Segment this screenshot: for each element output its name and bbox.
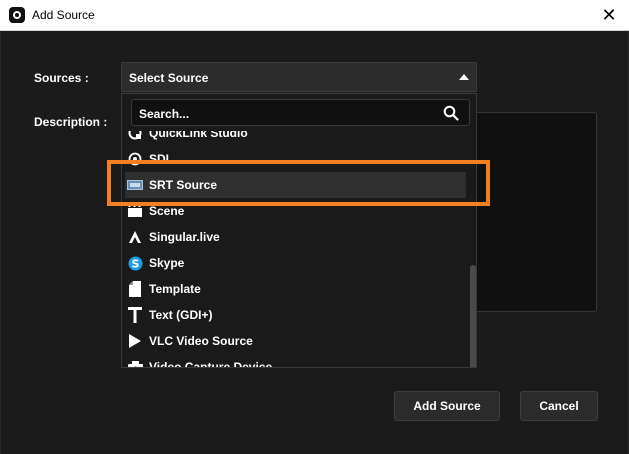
app-logo-icon <box>9 7 25 23</box>
list-item-sdi[interactable]: SDI <box>125 146 466 172</box>
sdi-icon <box>127 151 143 167</box>
camera-icon <box>127 359 143 367</box>
close-icon[interactable]: ✕ <box>599 4 619 26</box>
list-item-srt-source[interactable]: SRT Source <box>125 172 466 198</box>
source-dropdown: Search... QuickLink Studio SDI SRT Sourc… <box>121 93 477 368</box>
list-item-label: Scene <box>149 204 185 218</box>
singular-icon <box>127 229 143 245</box>
scene-icon <box>127 203 143 219</box>
svg-text:S: S <box>131 257 139 270</box>
quicklink-icon <box>127 131 143 141</box>
list-item-skype[interactable]: S Skype <box>125 250 466 276</box>
list-item-label: Template <box>149 282 201 296</box>
list-scrollbar[interactable] <box>469 131 476 367</box>
source-select[interactable]: Select Source <box>121 62 477 92</box>
sources-label: Sources : <box>34 71 89 85</box>
skype-icon: S <box>127 255 143 271</box>
cancel-button[interactable]: Cancel <box>520 391 598 421</box>
list-item-vlc-video-source[interactable]: VLC Video Source <box>125 328 466 354</box>
text-icon <box>127 307 143 323</box>
window-title: Add Source <box>32 8 95 22</box>
list-item-label: SRT Source <box>149 178 218 192</box>
list-item-label: VLC Video Source <box>149 334 253 348</box>
list-item-label: Singular.live <box>149 230 220 244</box>
add-source-button[interactable]: Add Source <box>394 391 500 421</box>
search-input[interactable]: Search... <box>131 99 470 126</box>
search-placeholder: Search... <box>139 107 190 121</box>
template-icon <box>127 281 143 297</box>
list-item-label: Skype <box>149 256 185 270</box>
list-item-singular-live[interactable]: Singular.live <box>125 224 466 250</box>
list-item-label: Text (GDI+) <box>149 308 213 322</box>
srt-icon <box>127 177 143 193</box>
play-icon <box>127 333 143 349</box>
description-textarea[interactable] <box>471 112 597 312</box>
scrollbar-thumb[interactable] <box>470 265 476 367</box>
list-item-template[interactable]: Template <box>125 276 466 302</box>
list-item-label: SDI <box>149 152 170 166</box>
list-item-label: QuickLink Studio <box>149 131 248 140</box>
list-item-video-capture-device[interactable]: Video Capture Device <box>125 354 466 368</box>
list-item-text-gdi[interactable]: Text (GDI+) <box>125 302 466 328</box>
chevron-up-icon <box>459 74 469 80</box>
source-select-value: Select Source <box>129 71 209 85</box>
dialog-body: Sources : Description : Select Source Se… <box>0 31 629 454</box>
title-bar: Add Source ✕ <box>0 0 629 31</box>
list-item-label: Video Capture Device <box>149 360 273 368</box>
source-list: QuickLink Studio SDI SRT Source Scene Si… <box>122 131 468 368</box>
description-label: Description : <box>34 115 108 129</box>
list-item-quicklink-studio[interactable]: QuickLink Studio <box>125 131 466 146</box>
list-item-scene[interactable]: Scene <box>125 198 466 224</box>
search-icon[interactable] <box>443 105 459 121</box>
